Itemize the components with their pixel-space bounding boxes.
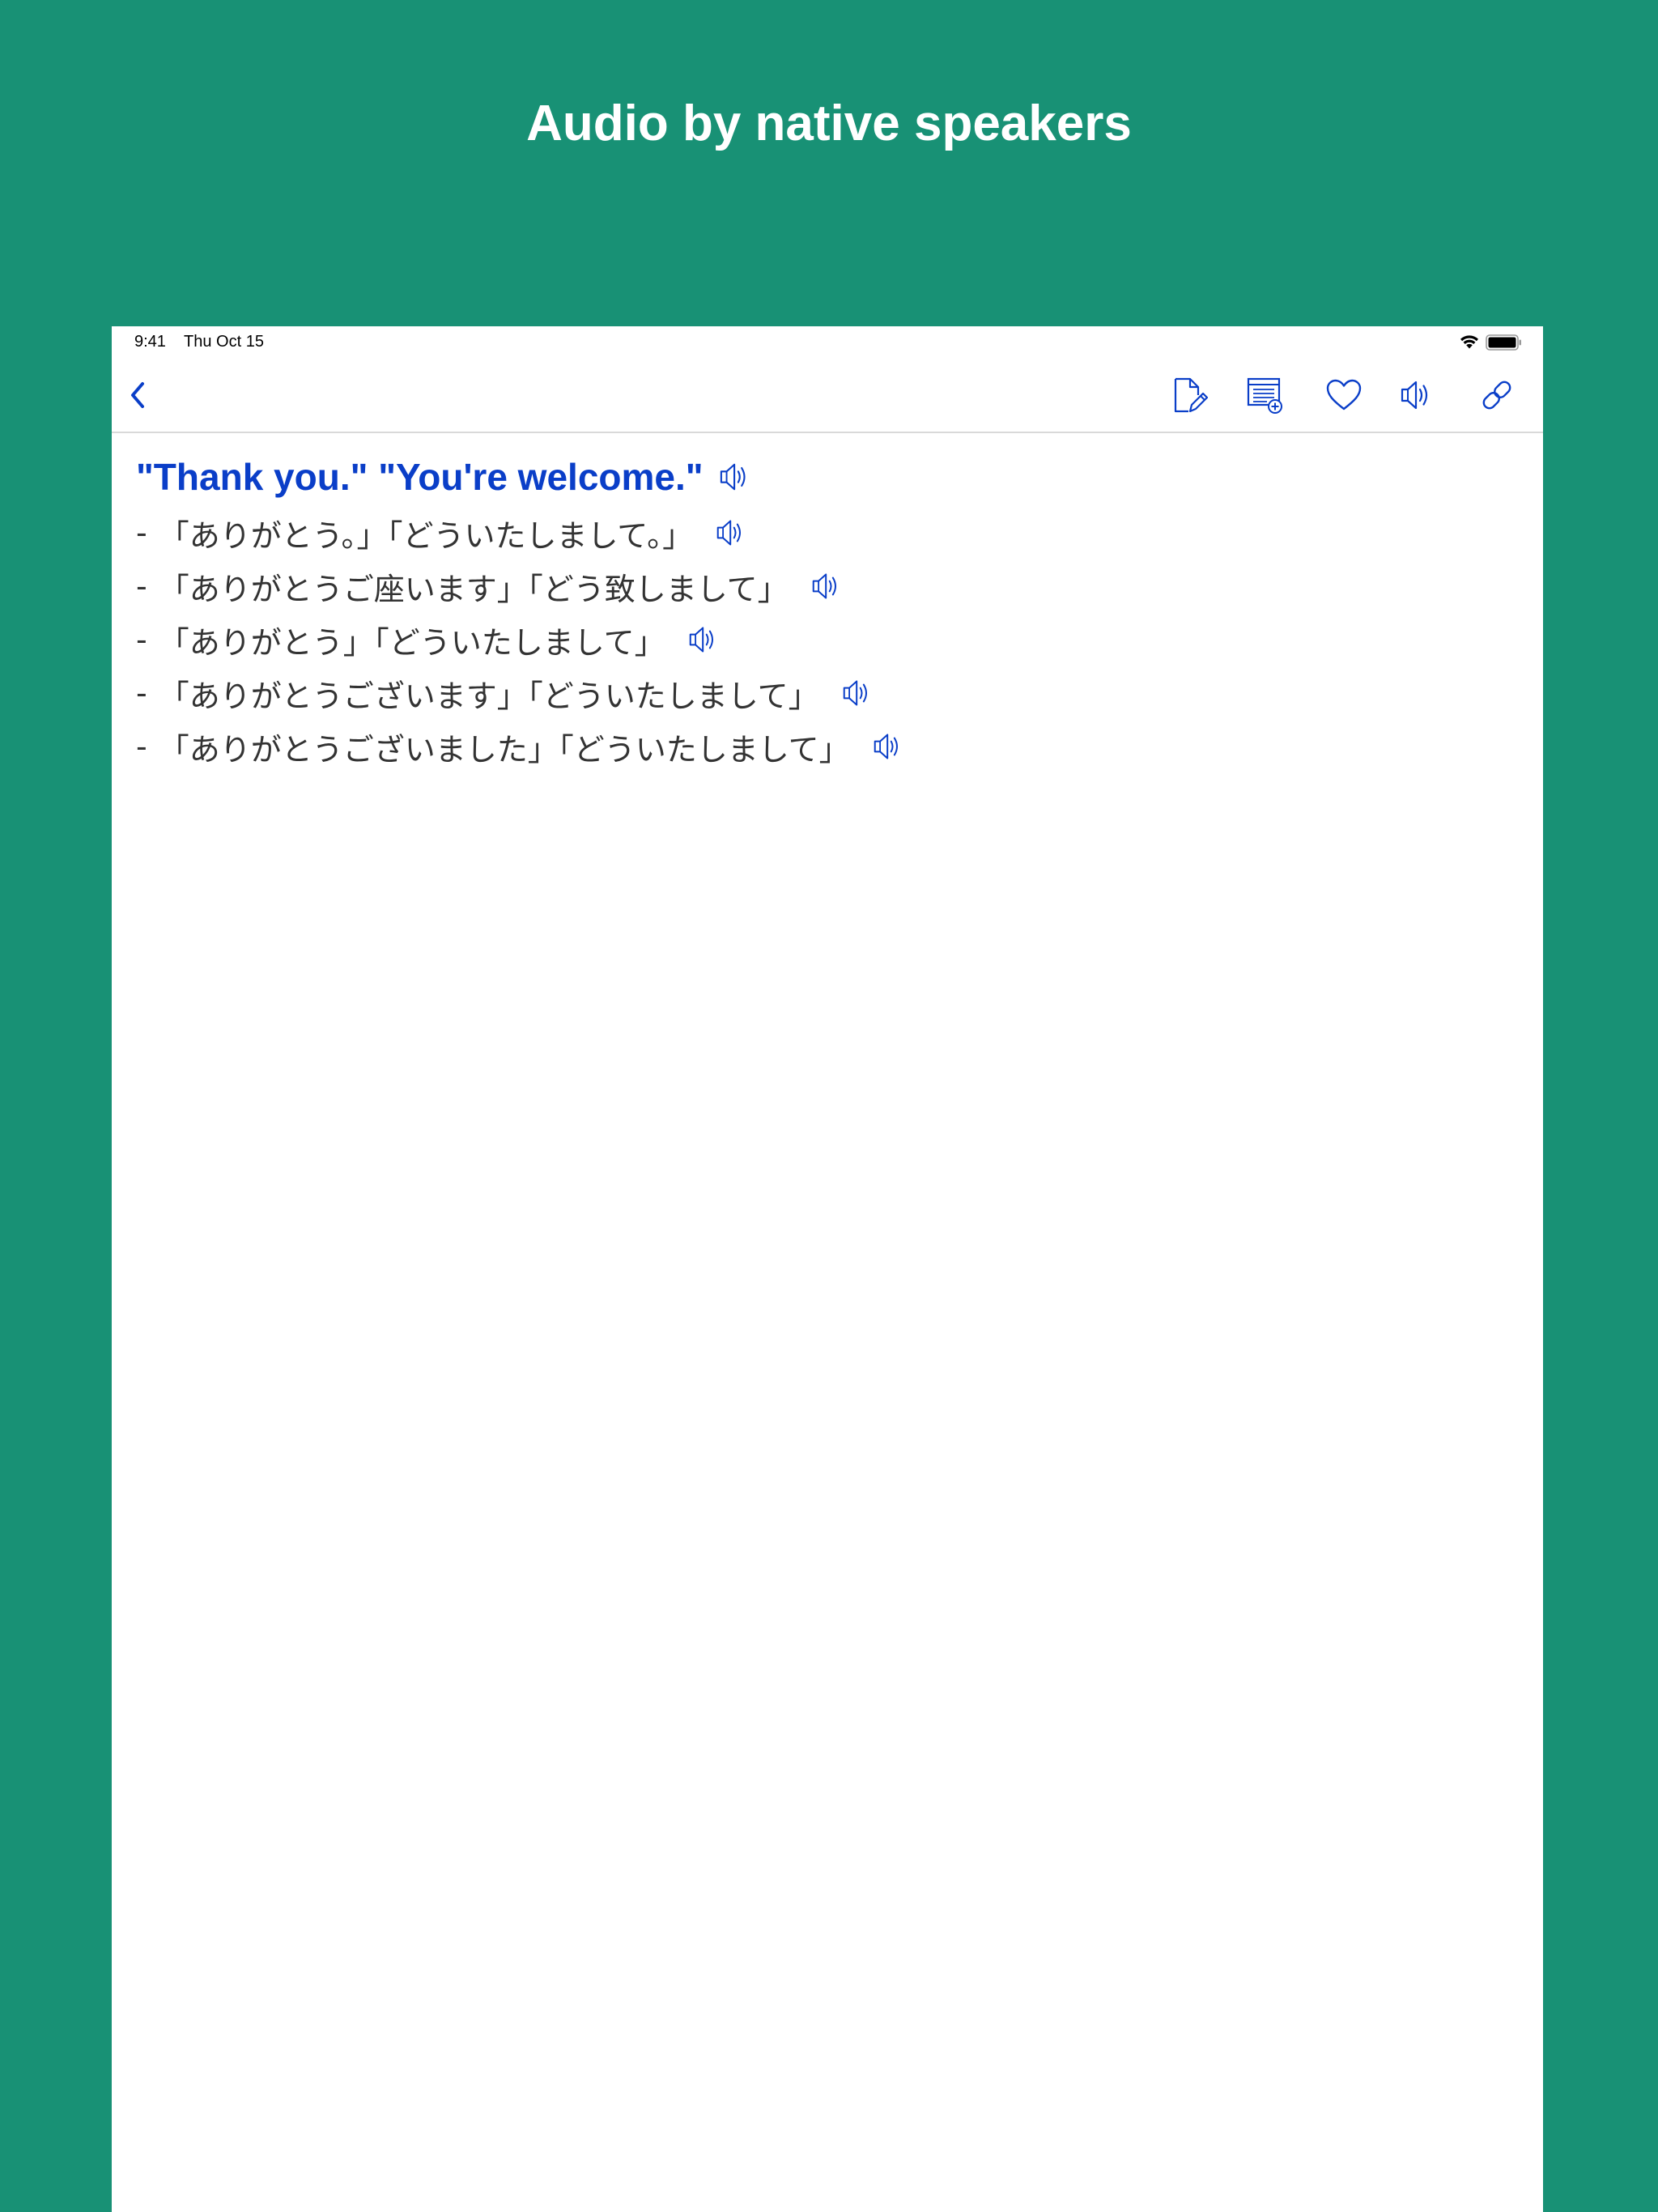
phrase-title-speaker-button[interactable] [716,457,755,496]
status-time: 9:41 [134,333,166,351]
variant-text: 「ありがとうご座います」「どう致しまして」 [158,571,789,607]
add-to-list-button[interactable] [1244,373,1287,417]
variant-text: 「ありがとうございました」「どういたしまして」 [158,731,850,768]
link-icon [1482,381,1511,410]
heart-icon [1326,379,1362,410]
back-button[interactable] [117,373,160,417]
variant-text: 「ありがとうございます」「どういたしまして」 [158,678,819,714]
share-link-button[interactable] [1475,373,1519,417]
variant-text: 「ありがとう」「どういたしまして」 [158,624,665,661]
variant-speaker-button[interactable] [871,729,907,764]
variant-list: - 「ありがとう。」「どういたしまして。」 - 「ありがとうご座います」「どう致… [136,506,1512,773]
variant-dash: - [136,515,147,551]
wifi-icon [1460,335,1478,349]
speaker-icon [689,627,713,653]
speaker-icon [720,463,746,491]
status-date: Thu Oct 15 [184,333,264,351]
phrase-title-row: "Thank you." "You're welcome." [136,448,1512,506]
variant-speaker-button[interactable] [714,515,750,551]
variant-dash: - [136,675,147,711]
variant-text: 「ありがとう。」「どういたしまして。」 [158,517,694,554]
variant-speaker-button[interactable] [840,675,876,711]
list-item: - 「ありがとう。」「どういたしまして。」 [136,506,1512,559]
list-item: - 「ありがとうご座います」「どう致しまして」 [136,559,1512,613]
play-audio-button[interactable] [1396,373,1439,417]
device-screen: 9:41 Thu Oct 15 "Thank you." "You're wel… [112,326,1543,2212]
list-item: - 「ありがとうございました」「どういたしまして」 [136,720,1512,773]
variant-dash: - [136,729,147,764]
favorite-button[interactable] [1322,373,1366,417]
phrase-content: "Thank you." "You're welcome." - 「ありがとう。… [136,448,1512,773]
phrase-title: "Thank you." "You're welcome." [136,456,704,498]
edit-note-icon [1174,377,1208,413]
edit-note-button[interactable] [1167,373,1211,417]
variant-dash: - [136,622,147,657]
list-item: - 「ありがとう」「どういたしまして」 [136,613,1512,666]
variant-speaker-button[interactable] [810,568,845,604]
speaker-icon [812,573,836,599]
speaker-icon [716,520,742,546]
speaker-icon [843,680,867,706]
promo-headline: Audio by native speakers [526,96,1132,151]
speaker-icon [1401,381,1428,410]
add-to-list-icon [1247,377,1282,414]
chevron-left-icon [131,382,144,408]
list-item: - 「ありがとうございます」「どういたしまして」 [136,666,1512,720]
variant-dash: - [136,568,147,604]
variant-speaker-button[interactable] [687,622,722,657]
speaker-icon [874,734,898,759]
nav-bar [112,359,1543,433]
status-bar: 9:41 Thu Oct 15 [112,326,1543,359]
battery-icon [1486,334,1521,351]
